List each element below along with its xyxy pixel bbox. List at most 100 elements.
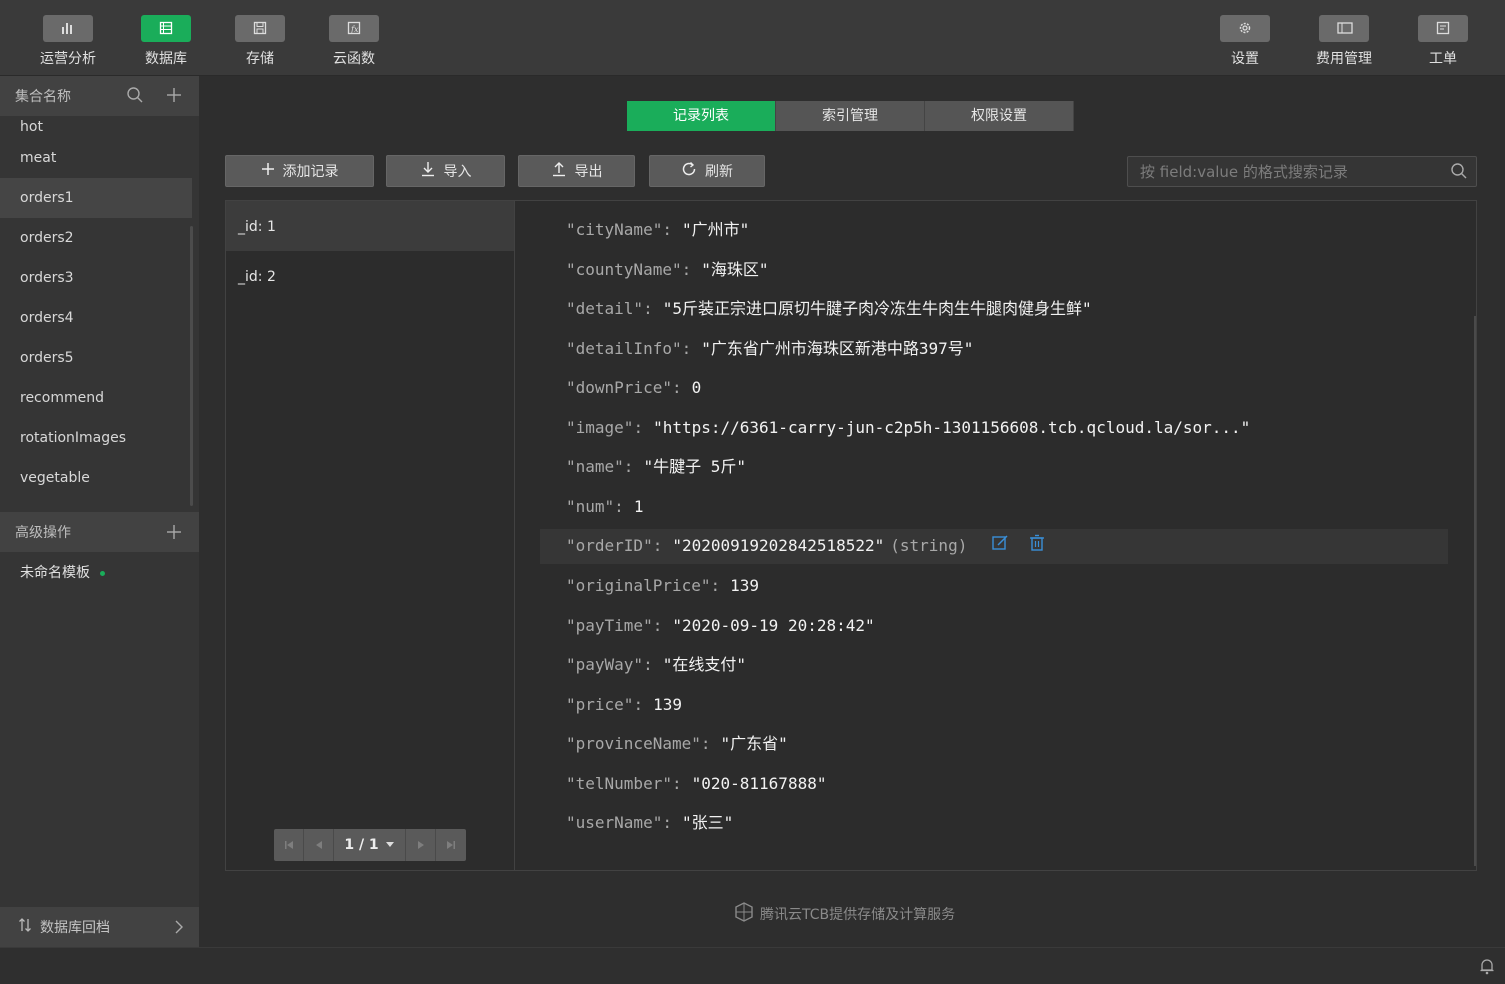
search-icon[interactable] [126,86,144,108]
collection-item-orders1[interactable]: orders1 [0,178,192,218]
template-item[interactable]: 未命名模板 [20,562,105,582]
collection-item-rotationimages[interactable]: rotationImages [0,418,192,458]
refresh-icon [681,161,697,181]
field-row[interactable]: "image": "https://6361-carry-jun-c2p5h-13… [566,415,1250,441]
status-bar [0,947,1505,984]
bell-icon[interactable] [1479,957,1495,979]
tab-records[interactable]: 记录列表 [627,101,776,131]
export-button[interactable]: 导出 [518,155,635,187]
template-label: 未命名模板 [20,565,90,581]
field-key: "orderID" [566,536,653,555]
collection-item-orders4[interactable]: orders4 [0,298,192,338]
field-value: "5斤装正宗进口原切牛腱子肉冷冻生牛肉生牛腿肉健身生鲜" [662,299,1092,318]
field-value: "20200919202842518522" [672,536,885,555]
document-scrollbar[interactable] [1474,316,1476,866]
tab-permissions[interactable]: 权限设置 [925,101,1074,131]
field-key: "provinceName" [566,734,701,753]
field-row[interactable]: "downPrice": 0 [566,375,701,401]
collection-list: hot meat orders1 orders2 orders3 orders4… [0,116,192,508]
field-key: "originalPrice" [566,576,711,595]
toolbar-storage-label: 存储 [246,51,274,67]
toolbar-settings-button[interactable]: 设置 [1205,15,1285,68]
toolbar-storage-button[interactable]: 存储 [220,15,300,68]
field-row[interactable]: "name": "牛腱子 5斤" [566,454,746,480]
export-label: 导出 [574,164,603,180]
collection-item-recommend[interactable]: recommend [0,378,192,418]
field-row[interactable]: "payWay": "在线支付" [566,652,746,678]
edit-icon[interactable] [991,534,1009,560]
field-type: (string) [890,536,968,555]
field-value: "广东省广州市海珠区新港中路397号" [701,339,974,358]
field-row[interactable]: "userName": "张三" [566,810,733,836]
first-page-button[interactable] [274,829,304,861]
search-icon[interactable] [1450,162,1468,184]
field-row[interactable]: "detailInfo": "广东省广州市海珠区新港中路397号" [566,336,973,362]
footer-text: 腾讯云TCB提供存储及计算服务 [760,907,956,923]
field-value: 1 [633,497,644,516]
add-collection-icon[interactable] [165,86,183,108]
delete-icon[interactable] [1029,534,1045,560]
record-row[interactable]: _id: 1 [226,201,514,251]
billing-icon [1319,15,1369,42]
advanced-title: 高级操作 [15,525,71,541]
page-select[interactable]: 1 / 1 [334,829,406,861]
field-value: "广州市" [681,220,750,239]
toolbar-settings-label: 设置 [1231,51,1259,67]
import-button[interactable]: 导入 [386,155,505,187]
collection-scrollbar[interactable] [190,226,193,506]
add-template-icon[interactable] [165,523,183,545]
next-page-button[interactable] [406,829,436,861]
toolbar-database-button[interactable]: 数据库 [126,15,206,68]
database-icon [141,15,191,42]
last-page-button[interactable] [436,829,466,861]
collection-item-orders5[interactable]: orders5 [0,338,192,378]
field-row[interactable]: "price": 139 [566,692,682,718]
toolbar-analytics-button[interactable]: 运营分析 [28,15,108,68]
function-icon: fx [329,15,379,42]
field-key: "payTime" [566,616,653,635]
prev-page-button[interactable] [304,829,334,861]
tab-bar: 记录列表 索引管理 权限设置 [627,101,1074,131]
toolbar-billing-button[interactable]: 费用管理 [1304,15,1384,68]
record-row[interactable]: _id: 2 [226,251,514,301]
collection-item-orders3[interactable]: orders3 [0,258,192,298]
rollback-label: 数据库回档 [40,920,110,936]
field-row[interactable]: "payTime": "2020-09-19 20:28:42" [566,613,875,639]
record-id-list: _id: 1 _id: 2 1 / 1 [226,201,515,870]
field-key: "payWay" [566,655,644,674]
field-value: "https://6361-carry-jun-c2p5h-1301156608… [653,418,1251,437]
collection-item-meat[interactable]: meat [0,138,192,178]
field-key: "userName" [566,813,663,832]
field-row[interactable]: "originalPrice": 139 [566,573,759,599]
refresh-button[interactable]: 刷新 [649,155,765,187]
field-key: "num" [566,497,615,516]
collection-item-vegetable[interactable]: vegetable [0,458,192,498]
field-row[interactable]: "provinceName": "广东省" [566,731,788,757]
sidebar: 集合名称 hot meat orders1 orders2 orders3 or… [0,76,199,947]
field-row[interactable]: "orderID": "20200919202842518522" (string) [566,533,1045,559]
field-key: "price" [566,695,634,714]
bar-chart-icon [43,15,93,42]
chevron-down-icon [385,842,394,847]
toolbar-functions-button[interactable]: fx 云函数 [314,15,394,68]
record-search-input[interactable] [1127,156,1477,187]
field-row[interactable]: "telNumber": "020-81167888" [566,771,826,797]
field-row[interactable]: "num": 1 [566,494,643,520]
footer-credit: 腾讯云TCB提供存储及计算服务 [734,902,955,926]
toolbar-ticket-button[interactable]: 工单 [1403,15,1483,68]
tencent-cloud-logo-icon [734,902,754,926]
database-rollback-button[interactable]: 数据库回档 [0,907,199,947]
field-key: "downPrice" [566,378,672,397]
collection-item-orders2[interactable]: orders2 [0,218,192,258]
add-record-button[interactable]: 添加记录 [225,155,374,187]
field-value: "张三" [681,813,734,832]
field-value: "牛腱子 5斤" [643,457,746,476]
field-row[interactable]: "countyName": "海珠区" [566,257,769,283]
svg-text:fx: fx [350,25,359,34]
toolbar-ticket-label: 工单 [1429,51,1457,67]
collections-title: 集合名称 [15,89,71,105]
field-row[interactable]: "detail": "5斤装正宗进口原切牛腱子肉冷冻生牛肉生牛腿肉健身生鲜" [566,296,1092,322]
tab-indexes[interactable]: 索引管理 [776,101,925,131]
collection-item-hot[interactable]: hot [0,116,192,138]
field-row[interactable]: "cityName": "广州市" [566,217,749,243]
